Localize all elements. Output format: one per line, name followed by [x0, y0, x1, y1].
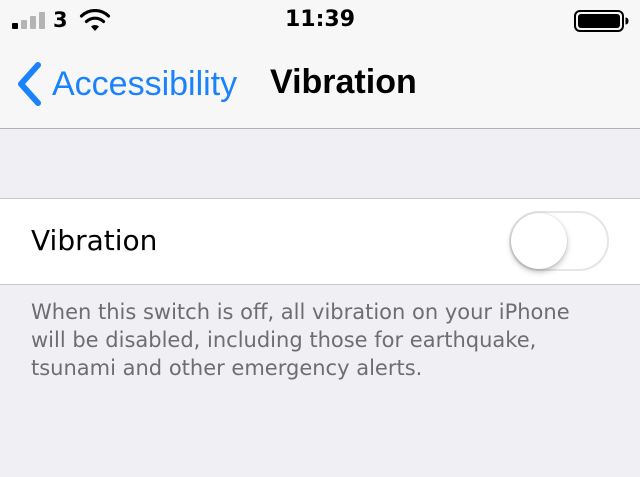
back-button-label: Accessibility [52, 65, 238, 103]
vibration-setting-row: Vibration [0, 198, 640, 285]
navigation-bar: Accessibility Vibration [0, 40, 640, 129]
status-bar: 3 11:39 [0, 0, 640, 40]
vibration-setting-label: Vibration [31, 224, 158, 257]
battery-icon [574, 10, 629, 32]
vibration-toggle[interactable] [509, 211, 609, 271]
back-button[interactable]: Accessibility [14, 60, 237, 108]
chevron-left-icon [18, 62, 41, 106]
toggle-knob [511, 213, 567, 269]
page-title: Vibration [270, 63, 417, 101]
vibration-footer-note: When this switch is off, all vibration o… [31, 300, 570, 380]
status-time: 11:39 [284, 7, 356, 32]
